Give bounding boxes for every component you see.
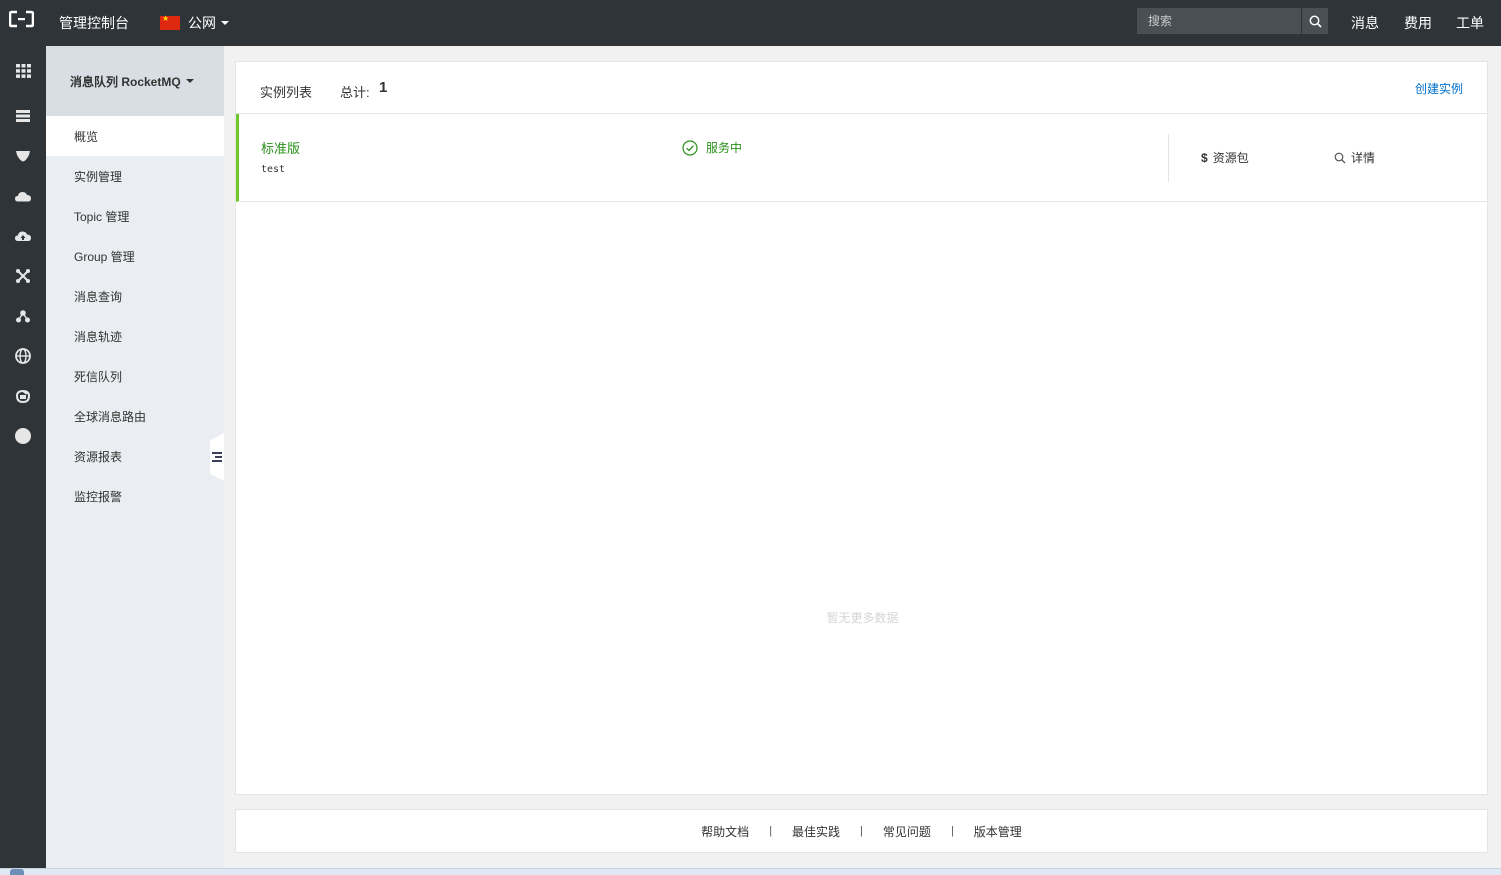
rail-item-all-products[interactable]: [0, 51, 46, 91]
taskbar-cloud-icon: [10, 869, 24, 875]
mq-icon: [15, 389, 31, 403]
instance-list-panel: 实例列表 总计: 1 创建实例 标准版 test 服务中 $ 资源包 详情 暂无…: [235, 61, 1488, 795]
cloud-upload-icon: [15, 231, 31, 241]
region-label: 公网: [188, 15, 216, 31]
rail-item-cloud-upload[interactable]: [0, 216, 46, 256]
tickets-link[interactable]: 工单: [1456, 13, 1484, 33]
sidebar-item-monitoring[interactable]: 监控报警: [46, 476, 224, 516]
resource-pack-button[interactable]: $ 资源包: [1201, 149, 1249, 166]
check-circle-icon: [682, 139, 698, 156]
footer-links: 帮助文档 | 最佳实践 | 常见问题 | 版本管理: [235, 809, 1488, 853]
sidebar-item-resource-report[interactable]: 资源报表: [46, 436, 224, 476]
shield-icon: [16, 151, 30, 162]
dollar-icon: $: [1201, 150, 1208, 165]
sidebar-item-instances[interactable]: 实例管理: [46, 156, 224, 196]
divider: |: [950, 825, 954, 837]
product-name: 消息队列 RocketMQ: [70, 74, 181, 89]
window-bottom-strip: [0, 868, 1501, 875]
panel-header: 实例列表 总计: 1 创建实例: [236, 62, 1487, 114]
top-navigation-bar: 管理控制台 公网 消息 费用 工单: [0, 0, 1501, 46]
sidebar-item-groups[interactable]: Group 管理: [46, 236, 224, 276]
product-icon-rail: [0, 46, 46, 875]
sidebar-item-label: 消息轨迹: [74, 329, 123, 344]
rail-item-global[interactable]: [0, 336, 46, 376]
search-button[interactable]: [1301, 8, 1328, 34]
product-sidebar: 消息队列 RocketMQ 概览 实例管理 Topic 管理 Group 管理 …: [46, 46, 224, 875]
rail-item-list[interactable]: [0, 96, 46, 136]
rail-item-cloud[interactable]: [0, 176, 46, 216]
sidebar-item-message-query[interactable]: 消息查询: [46, 276, 224, 316]
console-title[interactable]: 管理控制台: [59, 13, 129, 33]
divider: [1168, 134, 1169, 182]
sidebar-item-label: 全球消息路由: [74, 409, 147, 424]
help-docs-link[interactable]: 帮助文档: [701, 823, 749, 840]
instance-edition-link[interactable]: 标准版: [261, 138, 300, 157]
sidebar-item-label: 死信队列: [74, 369, 123, 384]
chevron-down-icon: [221, 21, 229, 25]
divider: |: [860, 825, 863, 837]
resource-pack-label: 资源包: [1212, 151, 1249, 165]
aliyun-logo-icon[interactable]: [9, 10, 34, 28]
messages-link[interactable]: 消息: [1351, 13, 1379, 33]
rail-item-security[interactable]: [0, 136, 46, 176]
sidebar-item-label: 概览: [74, 129, 99, 144]
search-input[interactable]: [1137, 8, 1301, 34]
sidebar-collapse-handle[interactable]: [210, 433, 224, 481]
sidebar-item-overview[interactable]: 概览: [46, 116, 224, 156]
circle-icon: [15, 428, 31, 444]
divider: |: [769, 825, 773, 837]
sidebar-item-label: 消息查询: [74, 289, 123, 304]
sidebar-item-dead-letter[interactable]: 死信队列: [46, 356, 224, 396]
faq-link[interactable]: 常见问题: [883, 823, 931, 840]
status-badge: 服务中: [682, 139, 742, 156]
create-instance-link[interactable]: 创建实例: [1415, 80, 1463, 97]
search-box: [1137, 8, 1328, 34]
search-icon: [1334, 152, 1346, 163]
china-flag-icon: [160, 14, 180, 30]
list-icon: [16, 110, 30, 122]
collapse-menu-icon: [212, 452, 222, 462]
chevron-down-icon: [185, 79, 194, 83]
grid-icon: [15, 64, 31, 78]
sidebar-item-label: 实例管理: [74, 169, 123, 184]
best-practices-link[interactable]: 最佳实践: [792, 823, 840, 840]
rail-item-more[interactable]: [0, 416, 46, 456]
no-more-data-text: 暂无更多数据: [826, 611, 899, 625]
sidebar-item-label: Topic 管理: [74, 209, 130, 224]
cloud-icon: [15, 191, 31, 201]
details-button[interactable]: 详情: [1334, 149, 1375, 166]
sidebar-item-label: 监控报警: [74, 489, 123, 504]
sidebar-item-global-routing[interactable]: 全球消息路由: [46, 396, 224, 436]
sidebar-item-label: 资源报表: [74, 449, 123, 464]
total-count: 1: [379, 79, 388, 96]
rail-item-network[interactable]: [0, 256, 46, 296]
details-label: 详情: [1351, 151, 1376, 165]
instance-name: test: [261, 164, 286, 175]
sidebar-item-message-trace[interactable]: 消息轨迹: [46, 316, 224, 356]
total-label: 总计:: [340, 85, 370, 100]
instance-row: 标准版 test 服务中 $ 资源包 详情: [236, 114, 1487, 202]
network-icon: [16, 269, 30, 283]
billing-link[interactable]: 费用: [1404, 13, 1432, 33]
region-selector[interactable]: 公网: [160, 13, 229, 33]
search-icon: [1309, 15, 1322, 28]
rail-item-message-queue[interactable]: [0, 376, 46, 416]
product-switcher[interactable]: 消息队列 RocketMQ: [46, 46, 224, 116]
cluster-icon: [16, 309, 30, 322]
globe-icon: [15, 348, 31, 364]
panel-title: 实例列表: [260, 85, 313, 100]
sidebar-item-label: Group 管理: [74, 249, 135, 264]
version-management-link[interactable]: 版本管理: [974, 823, 1022, 840]
sidebar-item-topics[interactable]: Topic 管理: [46, 196, 224, 236]
rail-item-cluster[interactable]: [0, 296, 46, 336]
status-text: 服务中: [706, 141, 743, 155]
